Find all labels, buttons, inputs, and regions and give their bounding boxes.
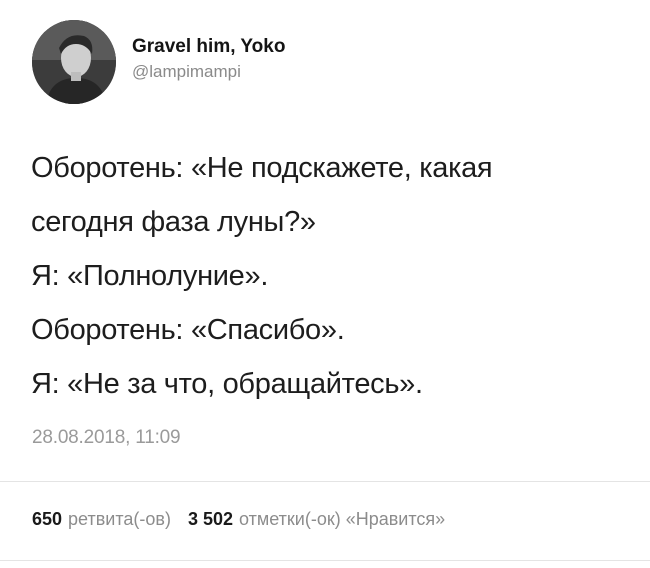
tweet-timestamp[interactable]: 28.08.2018, 11:09	[32, 427, 181, 449]
tweet-card: Gravel him, Yoko @lampimampi Оборотень: …	[0, 0, 650, 568]
tweet-text-line: сегодня фаза луны?»	[31, 206, 316, 238]
tweet-text: Оборотень: «Не подскажете, какая сегодня…	[31, 141, 631, 411]
tweet-header: Gravel him, Yoko @lampimampi	[32, 20, 285, 104]
retweets-count: 650	[32, 509, 63, 529]
retweets-label: ретвита(-ов)	[68, 509, 171, 529]
user-handle[interactable]: @lampimampi	[132, 61, 285, 83]
tweet-stats: 650 ретвита(-ов) 3 502 отметки(-ок) «Нрави…	[32, 509, 457, 530]
author-names: Gravel him, Yoko @lampimampi	[132, 35, 285, 83]
avatar[interactable]	[32, 20, 116, 104]
display-name[interactable]: Gravel him, Yoko	[132, 35, 285, 59]
likes-label: отметки(-ок) «Нравится»	[239, 509, 446, 529]
retweets-stat[interactable]: 650 ретвита(-ов)	[32, 509, 171, 529]
tweet-text-line: Оборотень: «Не подскажете, какая	[31, 152, 493, 184]
user-avatar-photo-icon	[32, 20, 116, 104]
likes-count: 3 502	[187, 509, 234, 529]
tweet-text-line: Оборотень: «Спасибо».	[31, 314, 345, 346]
divider	[0, 560, 650, 561]
tweet-text-line: Я: «Полнолуние».	[31, 260, 269, 292]
divider	[0, 481, 650, 482]
likes-stat[interactable]: 3 502 отметки(-ок) «Нравится»	[188, 509, 445, 529]
tweet-text-line: Я: «Не за что, обращайтесь».	[31, 368, 423, 400]
